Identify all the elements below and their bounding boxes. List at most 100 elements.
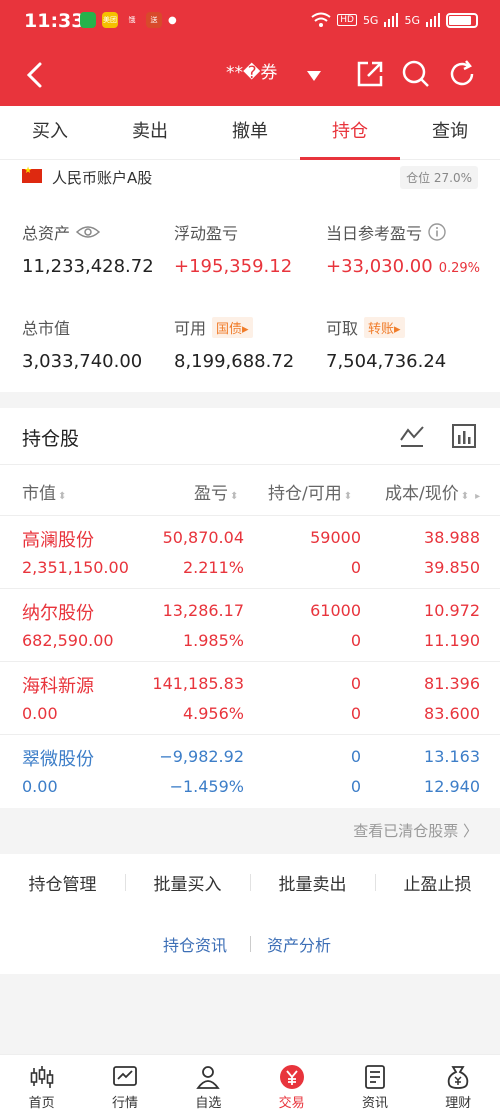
signal-5g-1: 5G	[362, 13, 379, 27]
stock-market-value: 0.00	[22, 704, 58, 723]
withdrawable-value: 7,504,736.24	[326, 351, 447, 372]
col-pl[interactable]: 盈亏 ⬍	[194, 479, 238, 504]
broker-title[interactable]: **�券	[226, 58, 277, 83]
nav-trade-label: 交易	[278, 1095, 305, 1111]
treasury-bond-link[interactable]: 国债▸	[212, 316, 253, 338]
asset-analysis-link[interactable]: 资产分析	[267, 932, 331, 956]
holding-row[interactable]: 纳尔股份 682,590.00 13,286.17 1.985% 61000 0…	[0, 589, 500, 662]
eye-icon[interactable]	[76, 224, 101, 240]
stock-pl-pct: 1.985%	[182, 631, 244, 650]
tab-holdings[interactable]: 持仓	[300, 106, 400, 160]
china-flag-icon	[22, 166, 42, 183]
delivery-app-notification-icon: 送	[146, 12, 162, 28]
day-pl-value: +33,030.00	[326, 256, 433, 277]
stock-market-value: 682,590.00	[22, 631, 114, 650]
nav-watchlist[interactable]: 自选	[167, 1055, 250, 1119]
holding-row[interactable]: 翠微股份 0.00 −9,982.92 −1.459% 0 0 13.163 1…	[0, 735, 500, 808]
account-name[interactable]: 人民币账户A股	[52, 167, 152, 188]
tab-sell[interactable]: 卖出	[100, 106, 200, 159]
holdings-title: 持仓股	[22, 428, 80, 450]
stock-position: 61000	[310, 601, 361, 620]
nav-home-label: 首页	[28, 1095, 55, 1111]
manage-holdings-button[interactable]: 持仓管理	[0, 870, 125, 895]
nav-trade[interactable]: 交易	[250, 1055, 333, 1119]
sort-icon: ⬍	[343, 491, 353, 502]
total-assets-value: 11,233,428.72	[22, 256, 154, 277]
wifi-icon	[311, 12, 331, 27]
stock-cost: 10.972	[424, 601, 480, 620]
trade-tabs: 买入 卖出 撤单 持仓 查询	[0, 106, 500, 160]
back-icon[interactable]	[18, 58, 52, 92]
chart-icon	[113, 1065, 137, 1086]
day-pl-stat: 当日参考盈亏 +33,030.00 0.29%	[326, 220, 480, 277]
col-cost-price[interactable]: 成本/现价 ⬍ ▸	[385, 479, 480, 504]
withdrawable-label: 可取	[326, 319, 359, 338]
holdings-card: 持仓股 市值 ⬍ 盈亏 ⬍ 持仓/可用 ⬍ 成本/现价 ⬍ ▸ 高澜股份 2,351,15…	[0, 408, 500, 808]
search-icon[interactable]	[400, 58, 432, 90]
nav-wealth[interactable]: 理财	[417, 1055, 500, 1119]
batch-sell-button[interactable]: 批量卖出	[250, 870, 375, 895]
bottom-nav: 首页 行情 自选 交易 资讯 理财	[0, 1054, 500, 1119]
col-market-value[interactable]: 市值 ⬍	[22, 479, 66, 504]
nav-market[interactable]: 行情	[83, 1055, 166, 1119]
nav-news[interactable]: 资讯	[333, 1055, 416, 1119]
tab-buy[interactable]: 买入	[0, 106, 100, 159]
info-icon[interactable]	[428, 223, 446, 241]
stock-pl: −9,982.92	[159, 747, 244, 766]
cleared-stocks-link[interactable]: 查看已清仓股票 〉	[353, 820, 478, 841]
trend-line-icon[interactable]	[398, 422, 426, 450]
float-pl-stat: 浮动盈亏 +195,359.12	[174, 220, 292, 277]
links-divider	[250, 936, 251, 952]
batch-buy-button[interactable]: 批量买入	[125, 870, 250, 895]
signal-5g-2: 5G	[404, 13, 420, 27]
nav-news-label: 资讯	[361, 1095, 388, 1111]
float-pl-label: 浮动盈亏	[174, 224, 239, 243]
col-position[interactable]: 持仓/可用 ⬍	[268, 479, 352, 504]
refresh-icon[interactable]	[446, 58, 478, 90]
holding-row[interactable]: 高澜股份 2,351,150.00 50,870.04 2.211% 59000…	[0, 516, 500, 589]
share-icon[interactable]	[354, 58, 386, 90]
nav-watchlist-label: 自选	[195, 1095, 222, 1111]
status-bar: 11:33 美团 饿 送 ● HD 5G 5G	[0, 0, 500, 44]
stock-pl-pct: 2.211%	[182, 558, 244, 577]
stock-pl: 50,870.04	[162, 528, 244, 547]
nav-market-label: 行情	[111, 1095, 138, 1111]
stock-market-value: 0.00	[22, 777, 58, 796]
float-pl-value: +195,359.12	[174, 256, 293, 277]
transfer-link[interactable]: 转账▸	[364, 316, 405, 338]
scroll-right-icon[interactable]: ▸	[475, 491, 480, 502]
stock-name: 纳尔股份	[22, 603, 94, 624]
available-value: 8,199,688.72	[174, 351, 295, 372]
tab-query[interactable]: 查询	[400, 106, 500, 159]
total-assets-label: 总资产	[22, 224, 71, 243]
stock-pl-pct: 4.956%	[182, 704, 244, 723]
sort-icon: ⬍	[58, 491, 67, 502]
dropdown-icon[interactable]	[302, 64, 326, 88]
sort-icon: ⬍	[460, 491, 470, 502]
stock-name: 高澜股份	[22, 530, 94, 551]
status-indicators: HD 5G 5G	[311, 12, 478, 28]
tab-cancel[interactable]: 撤单	[200, 106, 300, 159]
stock-cost: 38.988	[424, 528, 480, 547]
market-value-stat: 总市值 3,033,740.00	[22, 315, 142, 372]
nav-home[interactable]: 首页	[0, 1055, 83, 1119]
info-links-bar: 持仓资讯 资产分析	[0, 910, 500, 974]
stock-price: 12.940	[424, 777, 480, 796]
stock-name: 海科新源	[22, 676, 94, 697]
stock-available: 0	[350, 631, 361, 650]
stop-profit-loss-button[interactable]: 止盈止损	[375, 870, 500, 895]
holdings-news-link[interactable]: 持仓资讯	[163, 932, 227, 956]
bar-chart-icon[interactable]	[450, 422, 478, 450]
stock-position: 59000	[310, 528, 361, 547]
market-value-label: 总市值	[22, 319, 71, 338]
total-assets-stat: 总资产 11,233,428.72	[22, 220, 154, 277]
stock-pl: 13,286.17	[162, 601, 244, 620]
stock-price: 39.850	[424, 558, 480, 577]
document-icon	[365, 1064, 385, 1089]
stock-position: 0	[350, 674, 361, 693]
hd-badge: HD	[337, 14, 357, 26]
more-dot-icon: ●	[168, 14, 177, 26]
holdings-column-header: 市值 ⬍ 盈亏 ⬍ 持仓/可用 ⬍ 成本/现价 ⬍ ▸	[0, 464, 500, 516]
holding-row[interactable]: 海科新源 0.00 141,185.83 4.956% 0 0 81.396 8…	[0, 662, 500, 735]
nav-wealth-label: 理财	[445, 1095, 472, 1111]
